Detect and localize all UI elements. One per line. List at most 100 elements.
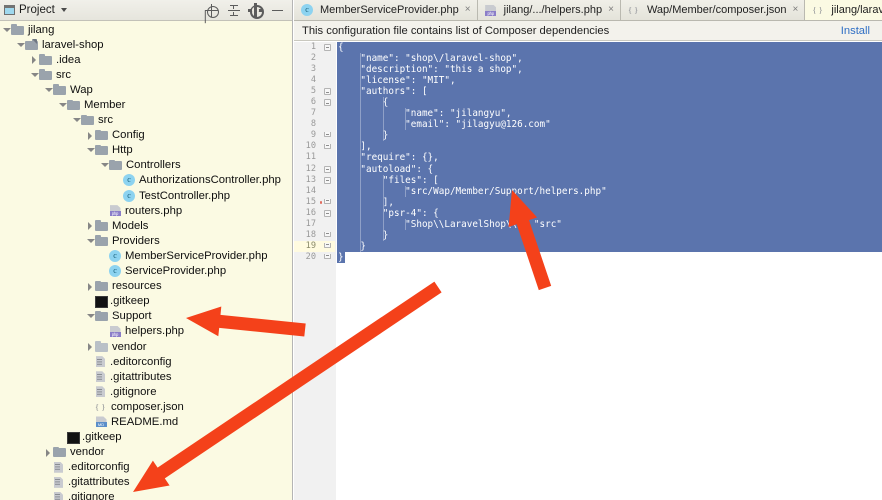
- collapse-arrow-icon[interactable]: [2, 22, 11, 37]
- code-line[interactable]: "files": [: [337, 174, 882, 186]
- code-content[interactable]: { "name": "shop\/laravel-shop", "descrip…: [337, 42, 882, 500]
- collapse-arrow-icon[interactable]: [86, 233, 95, 248]
- editor-tab[interactable]: jilang/laravel-shop/composer.json×: [805, 0, 882, 20]
- code-fold-icon[interactable]: [324, 132, 331, 138]
- code-line[interactable]: "autoload": {: [337, 163, 882, 175]
- tree-node[interactable]: c AuthorizationsController.php: [0, 173, 292, 188]
- code-fold-icon[interactable]: [324, 99, 331, 107]
- code-fold-icon[interactable]: [324, 198, 331, 204]
- tree-node[interactable]: laravel-shop: [0, 37, 292, 52]
- editor-tab[interactable]: Wap/Member/composer.json ×: [621, 0, 806, 20]
- code-line[interactable]: }: [337, 130, 882, 142]
- collapse-arrow-icon[interactable]: [100, 158, 109, 173]
- code-line[interactable]: ],: [337, 141, 882, 153]
- close-icon[interactable]: ×: [465, 5, 471, 15]
- code-editor[interactable]: 1 2 3 4 5 6 7 8 9 10 11 12 13 14 15 16 17 18 19 20 { "name"…: [294, 42, 882, 500]
- code-line[interactable]: "src/Wap/Member/Support/helpers.php": [337, 185, 882, 197]
- close-icon[interactable]: ×: [793, 5, 799, 15]
- tree-node[interactable]: c ServiceProvider.php: [0, 264, 292, 279]
- code-fold-icon[interactable]: [324, 242, 331, 248]
- code-line[interactable]: "description": "this a shop",: [337, 64, 882, 76]
- tree-node[interactable]: vendor: [0, 445, 292, 460]
- collapse-all-icon[interactable]: [227, 4, 240, 17]
- code-line[interactable]: "psr-4": {: [337, 207, 882, 219]
- tree-node[interactable]: composer.json: [0, 399, 292, 414]
- tree-node[interactable]: src: [0, 113, 292, 128]
- tree-node[interactable]: routers.php: [0, 203, 292, 218]
- tree-node[interactable]: .gitignore: [0, 490, 292, 500]
- tree-node[interactable]: .gitkeep: [0, 430, 292, 445]
- tree-node[interactable]: .gitattributes: [0, 475, 292, 490]
- tree-node[interactable]: README.md: [0, 414, 292, 429]
- editor-tab[interactable]: c MemberServiceProvider.php ×: [294, 0, 478, 20]
- expand-arrow-icon[interactable]: [86, 279, 95, 294]
- code-line[interactable]: "license": "MIT",: [337, 75, 882, 87]
- code-fold-icon[interactable]: [324, 209, 331, 217]
- code-fold-icon[interactable]: [324, 165, 331, 173]
- code-fold-icon[interactable]: [324, 88, 331, 96]
- code-fold-icon[interactable]: [324, 44, 331, 52]
- code-line[interactable]: "email": "jilagyu@126.com": [337, 119, 882, 131]
- expand-arrow-icon[interactable]: [44, 445, 53, 460]
- tree-node[interactable]: c MemberServiceProvider.php: [0, 248, 292, 263]
- tree-node[interactable]: .editorconfig: [0, 460, 292, 475]
- tree-node[interactable]: Models: [0, 218, 292, 233]
- tree-node[interactable]: resources: [0, 279, 292, 294]
- tree-node[interactable]: .gitkeep: [0, 294, 292, 309]
- tree-node[interactable]: .gitattributes: [0, 369, 292, 384]
- code-line[interactable]: {: [337, 42, 882, 54]
- expand-arrow-icon[interactable]: [86, 339, 95, 354]
- code-line[interactable]: "require": {},: [337, 152, 882, 164]
- tree-node[interactable]: .idea: [0, 52, 292, 67]
- expand-arrow-icon[interactable]: [86, 128, 95, 143]
- collapse-arrow-icon[interactable]: [44, 82, 53, 97]
- collapse-arrow-icon[interactable]: [72, 113, 81, 128]
- tree-node[interactable]: .gitignore: [0, 384, 292, 399]
- collapse-arrow-icon[interactable]: [16, 37, 25, 52]
- tree-node[interactable]: Member: [0, 97, 292, 112]
- code-fold-icon[interactable]: [324, 143, 331, 149]
- code-line[interactable]: }: [337, 229, 882, 241]
- tree-node[interactable]: Controllers: [0, 158, 292, 173]
- code-line[interactable]: "authors": [: [337, 86, 882, 98]
- collapse-arrow-icon[interactable]: [86, 143, 95, 158]
- code-line[interactable]: ],: [337, 196, 882, 208]
- code-fold-icon[interactable]: [324, 231, 331, 237]
- editor-tab-bar[interactable]: cMemberServiceProvider.php×jilang/.../he…: [294, 0, 882, 21]
- selection-highlight: [337, 141, 882, 153]
- code-line[interactable]: "name": "shop\/laravel-shop",: [337, 53, 882, 65]
- gear-icon[interactable]: [248, 3, 265, 20]
- code-line[interactable]: }: [337, 240, 882, 252]
- tree-node[interactable]: Config: [0, 128, 292, 143]
- code-text: "Shop\\LaravelShop\\": "src": [338, 218, 562, 230]
- tree-node[interactable]: c TestController.php: [0, 188, 292, 203]
- code-line[interactable]: {: [337, 97, 882, 109]
- editor-tab[interactable]: jilang/.../helpers.php ×: [478, 0, 621, 20]
- chevron-down-icon[interactable]: [60, 8, 67, 12]
- tree-node[interactable]: Wap: [0, 82, 292, 97]
- collapse-arrow-icon[interactable]: [86, 309, 95, 324]
- close-icon[interactable]: ×: [608, 5, 614, 15]
- tree-node[interactable]: helpers.php: [0, 324, 292, 339]
- tree-node[interactable]: Providers: [0, 233, 292, 248]
- expand-arrow-icon[interactable]: [30, 52, 39, 67]
- minimize-icon[interactable]: [271, 4, 284, 17]
- tree-node[interactable]: .editorconfig: [0, 354, 292, 369]
- collapse-arrow-icon[interactable]: [58, 98, 67, 113]
- tree-node[interactable]: Http: [0, 143, 292, 158]
- project-tree[interactable]: jilang laravel-shop .idea src Wap Member src Co…: [0, 22, 292, 500]
- tree-node[interactable]: Support: [0, 309, 292, 324]
- code-line[interactable]: "name": "jilangyu",: [337, 108, 882, 120]
- code-line[interactable]: "Shop\\LaravelShop\\": "src": [337, 218, 882, 230]
- tree-node[interactable]: src: [0, 67, 292, 82]
- tree-node[interactable]: vendor: [0, 339, 292, 354]
- project-tool-window-button[interactable]: Project: [0, 4, 67, 16]
- install-link[interactable]: Install: [841, 25, 870, 37]
- locate-icon[interactable]: [205, 4, 219, 18]
- expand-arrow-icon[interactable]: [86, 218, 95, 233]
- collapse-arrow-icon[interactable]: [30, 67, 39, 82]
- code-fold-icon[interactable]: [324, 253, 331, 259]
- code-line[interactable]: }: [337, 251, 882, 263]
- tree-node[interactable]: jilang: [0, 22, 292, 37]
- code-fold-icon[interactable]: [324, 176, 331, 184]
